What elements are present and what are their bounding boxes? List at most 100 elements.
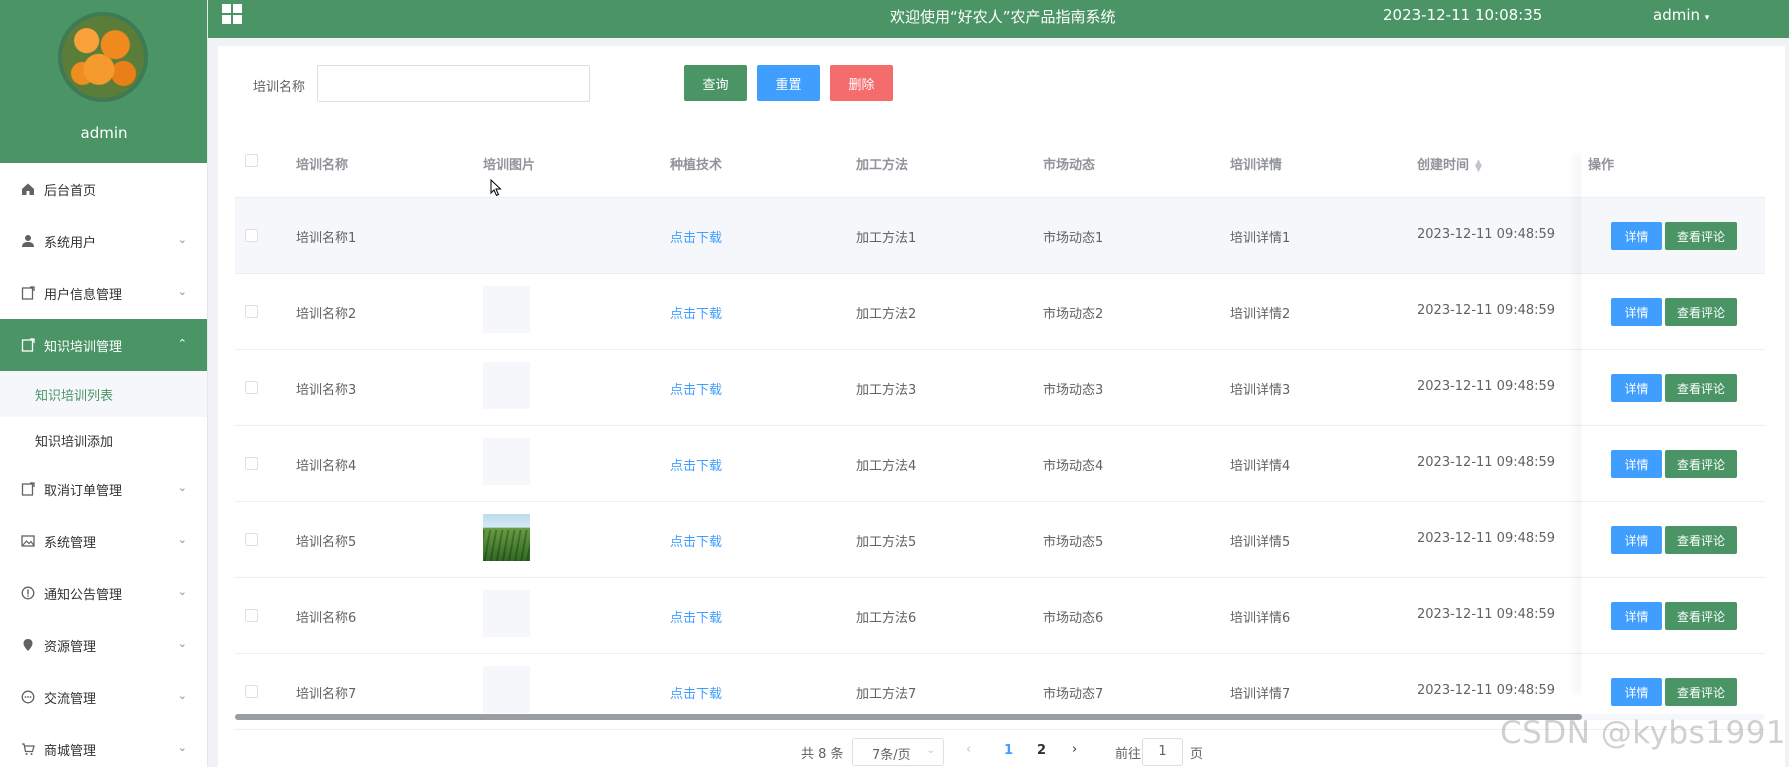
horizontal-scrollbar[interactable] [235,714,1582,720]
chevron-down-icon: ⌄ [177,585,187,598]
view-comments-button[interactable]: 查看评论 [1665,298,1737,326]
table-row: 培训名称5 点击下载 加工方法5 市场动态5 培训详情5 2023-12-11 … [235,502,1765,578]
user-icon [20,233,36,249]
goto-page-input[interactable]: 1 [1142,738,1183,766]
sidebar-item-home[interactable]: 后台首页 [0,163,207,215]
sidebar-item-system-management[interactable]: 系统管理 ⌄ [0,515,207,567]
goto-label: 前往 [1115,747,1142,762]
sidebar-subitem-training-add[interactable]: 知识培训添加 [0,417,207,463]
row-checkbox[interactable] [245,305,258,318]
cell-market: 市场动态4 [1043,459,1104,474]
sort-icon[interactable]: ▲ ▼ [1475,158,1482,173]
page-size-select[interactable]: 7条/页 ⌄ [852,738,944,766]
sidebar-item-resources[interactable]: 资源管理 ⌄ [0,619,207,671]
next-page-button[interactable]: › [1072,742,1077,757]
header-market: 市场动态 [1043,158,1096,173]
view-comments-button[interactable]: 查看评论 [1665,374,1737,402]
prev-page-button[interactable]: ‹ [966,742,971,757]
row-checkbox[interactable] [245,229,258,242]
detail-button[interactable]: 详情 [1611,222,1662,250]
training-image[interactable] [483,590,530,637]
user-name: admin [1653,6,1700,24]
download-link[interactable]: 点击下载 [670,607,722,626]
row-checkbox[interactable] [245,609,258,622]
cell-market: 市场动态1 [1043,231,1104,246]
sidebar-item-shop[interactable]: 商城管理 ⌄ [0,723,207,767]
sidebar-item-cancel-orders[interactable]: 取消订单管理 ⌄ [0,463,207,515]
user-dropdown[interactable]: admin ▾ [1653,6,1709,24]
training-image[interactable] [483,666,530,713]
cell-name: 培训名称5 [296,535,357,550]
row-checkbox[interactable] [245,381,258,394]
cell-created: 2023-12-11 09:48:59 [1417,683,1556,698]
sidebar-item-label: 系统管理 [44,535,97,551]
download-link[interactable]: 点击下载 [670,683,722,702]
detail-button[interactable]: 详情 [1611,678,1662,706]
cell-detail: 培训详情3 [1230,383,1291,398]
sidebar-item-knowledge-training[interactable]: 知识培训管理 ⌃ [0,319,207,371]
cell-process: 加工方法2 [856,307,917,322]
download-link[interactable]: 点击下载 [670,379,722,398]
download-link[interactable]: 点击下载 [670,303,722,322]
cell-detail: 培训详情2 [1230,307,1291,322]
sidebar-item-user-info[interactable]: 用户信息管理 ⌄ [0,267,207,319]
search-input[interactable] [317,65,590,102]
detail-button[interactable]: 详情 [1611,374,1662,402]
page-title: 欢迎使用“好农人”农产品指南系统 [890,8,1116,26]
detail-button[interactable]: 详情 [1611,450,1662,478]
sidebar-item-label: 资源管理 [44,639,97,655]
query-button[interactable]: 查询 [684,65,747,101]
row-checkbox[interactable] [245,685,258,698]
cell-name: 培训名称2 [296,307,357,322]
sidebar-item-notices[interactable]: 通知公告管理 ⌄ [0,567,207,619]
training-image[interactable] [483,362,530,409]
sidebar-item-communication[interactable]: 交流管理 ⌄ [0,671,207,723]
cell-process: 加工方法4 [856,459,917,474]
header-name: 培训名称 [296,158,349,173]
row-checkbox[interactable] [245,533,258,546]
download-link[interactable]: 点击下载 [670,227,722,246]
avatar[interactable] [58,12,148,102]
download-link[interactable]: 点击下载 [670,531,722,550]
detail-button[interactable]: 详情 [1611,526,1662,554]
training-table: 培训名称 培训图片 种植技术 加工方法 市场动态 培训详情 创建时间 ▲ ▼ 操作 … [235,124,1765,730]
header-created[interactable]: 创建时间 ▲ ▼ [1417,154,1482,173]
header-tech: 种植技术 [670,158,723,173]
fixed-column-shadow [1582,154,1586,694]
detail-button[interactable]: 详情 [1611,602,1662,630]
cell-name: 培训名称6 [296,611,357,626]
view-comments-button[interactable]: 查看评论 [1665,678,1737,706]
sidebar-item-label: 知识培训管理 [44,339,123,355]
view-comments-button[interactable]: 查看评论 [1665,526,1737,554]
detail-button[interactable]: 详情 [1611,298,1662,326]
reset-button[interactable]: 重置 [757,65,820,101]
menu-grid-icon[interactable] [222,4,242,24]
select-all-checkbox[interactable] [245,154,258,167]
view-comments-button[interactable]: 查看评论 [1665,450,1737,478]
row-checkbox[interactable] [245,457,258,470]
mouse-cursor-icon [490,179,502,197]
sidebar-subitem-training-list[interactable]: 知识培训列表 [0,371,207,417]
cell-market: 市场动态5 [1043,535,1104,550]
chevron-up-icon: ⌃ [177,337,187,350]
cell-name: 培训名称4 [296,459,357,474]
current-datetime: 2023-12-11 10:08:35 [1383,6,1543,24]
cell-detail: 培训详情1 [1230,231,1291,246]
page-number[interactable]: 2 [1037,743,1046,758]
training-image[interactable] [483,514,530,561]
cell-process: 加工方法6 [856,611,917,626]
document-icon [20,481,36,497]
page-number[interactable]: 1 [1004,743,1013,758]
table-row: 培训名称1 点击下载 加工方法1 市场动态1 培训详情1 2023-12-11 … [235,198,1765,274]
download-link[interactable]: 点击下载 [670,455,722,474]
delete-button[interactable]: 删除 [830,65,893,101]
header-image: 培训图片 [483,158,536,173]
cell-created: 2023-12-11 09:48:59 [1417,303,1556,318]
cell-name: 培训名称1 [296,231,357,246]
sidebar-item-system-users[interactable]: 系统用户 ⌄ [0,215,207,267]
view-comments-button[interactable]: 查看评论 [1665,222,1737,250]
home-icon [20,181,36,197]
training-image[interactable] [483,286,530,333]
training-image[interactable] [483,438,530,485]
view-comments-button[interactable]: 查看评论 [1665,602,1737,630]
